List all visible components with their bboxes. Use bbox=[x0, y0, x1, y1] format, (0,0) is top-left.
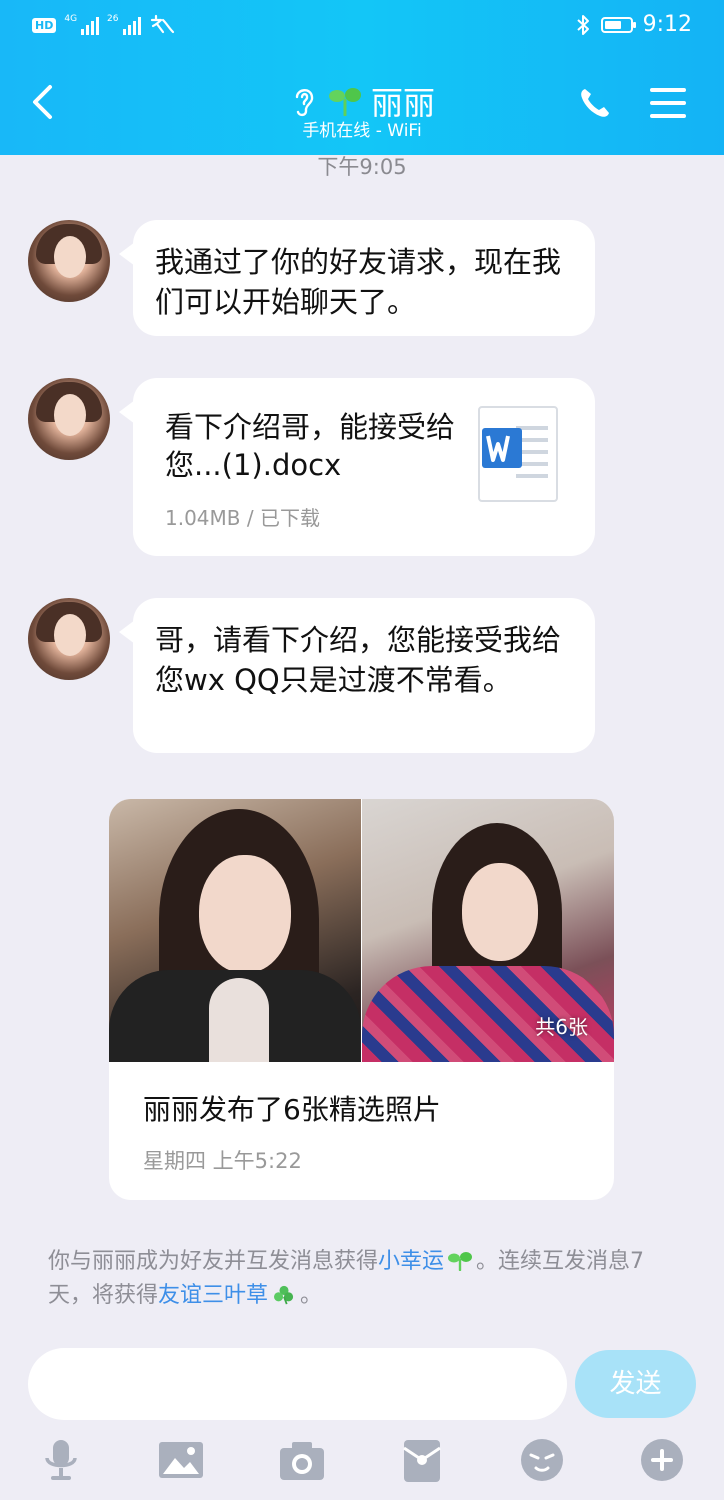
album-date: 星期四 上午5:22 bbox=[143, 1149, 302, 1173]
system-text: 你与丽丽成为好友并互发消息获得 bbox=[48, 1249, 379, 1274]
message-bubble[interactable]: 我通过了你的好友请求，现在我们可以开始聊天了。 bbox=[119, 220, 595, 336]
red-packet-icon[interactable] bbox=[398, 1436, 446, 1484]
input-toolbar bbox=[0, 1432, 724, 1492]
phone-icon[interactable] bbox=[578, 86, 612, 120]
sprout-icon bbox=[448, 1252, 473, 1271]
message-input[interactable] bbox=[28, 1348, 567, 1420]
image-icon[interactable] bbox=[157, 1436, 205, 1484]
hd-badge: HD bbox=[32, 17, 57, 33]
menu-icon[interactable] bbox=[650, 88, 686, 118]
send-button[interactable]: 发送 bbox=[575, 1350, 696, 1418]
online-status: 手机在线 - WiFi bbox=[302, 121, 422, 141]
album-title: 丽丽发布了6张精选照片 bbox=[143, 1093, 441, 1126]
word-document-icon bbox=[478, 406, 558, 502]
system-message: 你与丽丽成为好友并互发消息获得小幸运 。连续互发消息7天，将获得友谊三叶草。 bbox=[48, 1245, 678, 1313]
clover-icon bbox=[274, 1285, 294, 1305]
network-type-label: 26 bbox=[107, 14, 119, 24]
nfc-icon bbox=[150, 14, 174, 34]
signal-icon: 26 bbox=[107, 14, 141, 35]
clock: 9:12 bbox=[642, 12, 692, 37]
plus-icon[interactable] bbox=[638, 1436, 686, 1484]
file-meta: 1.04MB / 已下载 bbox=[165, 506, 320, 530]
battery-icon bbox=[600, 16, 636, 33]
emoji-icon[interactable] bbox=[518, 1436, 566, 1484]
avatar[interactable] bbox=[28, 220, 110, 302]
photo-album-card[interactable]: 共6张 丽丽发布了6张精选照片 星期四 上午5:22 bbox=[109, 799, 614, 1200]
avatar[interactable] bbox=[28, 378, 110, 460]
signal-icon: 4G bbox=[64, 14, 100, 35]
album-photo[interactable] bbox=[109, 799, 361, 1062]
ear-icon[interactable] bbox=[289, 83, 319, 119]
clover-link[interactable]: 友谊三叶草 bbox=[158, 1283, 268, 1308]
message-text: 哥，请看下介绍，您能接受我给您wx QQ只是过渡不常看。 bbox=[155, 623, 562, 697]
file-message[interactable]: 看下介绍哥，能接受给您...(1).docx 1.04MB / 已下载 bbox=[119, 378, 595, 556]
avatar[interactable] bbox=[28, 598, 110, 680]
message-text: 我通过了你的好友请求，现在我们可以开始聊天了。 bbox=[155, 245, 562, 319]
bluetooth-icon bbox=[576, 14, 589, 35]
microphone-icon[interactable] bbox=[37, 1436, 85, 1484]
file-name: 看下介绍哥，能接受给您...(1).docx bbox=[165, 410, 456, 482]
status-bar: HD 4G 26 9:12 bbox=[0, 0, 724, 56]
message-timestamp: 下午9:05 bbox=[317, 155, 407, 179]
chat-header: HD 4G 26 9:12 丽丽 手机在线 - WiFi bbox=[0, 0, 724, 155]
lucky-link[interactable]: 小幸运 bbox=[378, 1249, 444, 1274]
photo-count-badge: 共6张 bbox=[535, 1015, 588, 1039]
camera-icon[interactable] bbox=[278, 1436, 326, 1484]
network-type-label: 4G bbox=[64, 14, 78, 24]
sprout-icon bbox=[328, 88, 361, 116]
message-bubble[interactable]: 哥，请看下介绍，您能接受我给您wx QQ只是过渡不常看。 bbox=[119, 598, 595, 753]
system-text: 。 bbox=[300, 1283, 323, 1308]
